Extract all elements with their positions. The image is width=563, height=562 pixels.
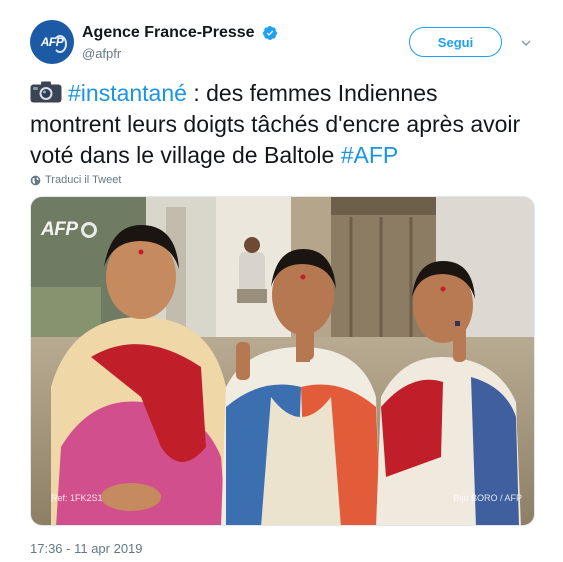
tweet-photo[interactable]: AFP Ref: 1FK2S1 Biju BORO / AFP: [30, 196, 535, 526]
chevron-down-icon[interactable]: [521, 38, 531, 48]
follow-button[interactable]: Segui: [409, 27, 502, 57]
hashtag-instantane[interactable]: #instantané: [68, 80, 187, 106]
avatar[interactable]: AFP: [30, 20, 74, 64]
hashtag-afp[interactable]: #AFP: [341, 142, 399, 168]
photo-credit: Biju BORO / AFP: [453, 493, 522, 503]
photo-illustration: [31, 197, 534, 525]
tweet-timestamp[interactable]: 17:36 - 11 apr 2019: [30, 541, 143, 556]
translate-tweet-link[interactable]: Traduci il Tweet: [30, 174, 121, 186]
account-handle[interactable]: @afpfr: [82, 46, 121, 61]
photo-ref: Ref: 1FK2S1: [51, 493, 103, 503]
afp-ring-icon: [80, 222, 97, 238]
afp-logo-arc: [53, 35, 67, 53]
account-name[interactable]: Agence France-Presse: [82, 24, 255, 42]
verified-badge-icon: [262, 26, 277, 40]
afp-watermark: AFP: [41, 219, 97, 241]
translate-label: Traduci il Tweet: [45, 174, 122, 186]
tweet-text: #instantané : des femmes Indiennes montr…: [30, 78, 530, 171]
camera-icon: [30, 81, 62, 103]
globe-icon: [30, 175, 41, 185]
watermark-text: AFP: [41, 219, 78, 240]
